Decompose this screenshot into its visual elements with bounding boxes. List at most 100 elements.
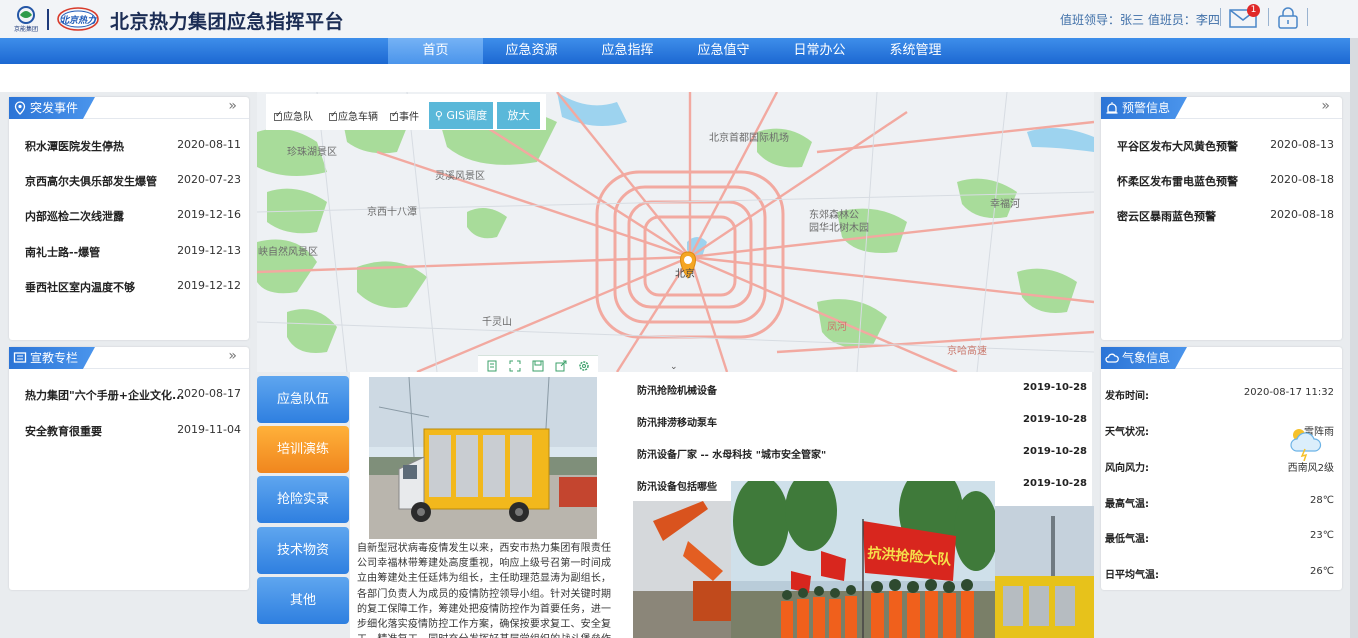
nav-home[interactable]: 首页 [388,38,483,64]
tab-technical-supplies[interactable]: 技术物资 [257,527,349,574]
incidents-panel: 突发事件 » 积水潭医院发生停热 2020-08-11 京西高尔夫俱乐部发生爆管 2… [9,97,249,340]
lock-icon[interactable] [1277,7,1299,29]
header-divider [1307,8,1308,26]
zoom-in-button[interactable]: 放大 [497,102,540,129]
cloud-icon [1105,353,1119,363]
news-image-truck[interactable] [369,377,597,539]
weather-avg-temp: 日平均气温: 26℃ [1105,566,1334,581]
weather-publish-time: 发布时间: 2020-08-17 11:32 [1105,387,1334,402]
item-date: 2020-08-17 [177,387,241,400]
map-label: 千灵山 [482,317,512,328]
item-title: 平谷区发布大风黄色预警 [1117,140,1238,153]
list-item[interactable]: 内部巡检二次线泄露 2019-12-16 [25,205,241,225]
mail-count-badge: 1 [1247,4,1260,17]
svg-text:京能集团: 京能集团 [14,25,38,33]
team-checkbox[interactable]: 应急队 [274,108,313,123]
pin-icon: ⚲ [434,109,447,122]
weather-wind: 风向风力: 西南风2级 [1105,463,1334,474]
item-title: 京西高尔夫俱乐部发生爆管 [25,175,157,188]
more-link[interactable]: » [228,98,237,114]
page-scrollbar[interactable] [1350,38,1358,638]
vehicle-checkbox[interactable]: 应急车辆 [329,108,378,123]
nav-emergency-duty[interactable]: 应急值守 [676,38,771,64]
top-header: 京能集团 北京热力 北京热力集团应急指挥平台 值班领导：张三 值班员：李四 1 [0,0,1358,38]
nav-system-admin[interactable]: 系统管理 [868,38,963,64]
item-title: 热力集团"六个手册+企业文化... [25,389,185,402]
gis-map[interactable]: 北京首都国际机场 珍珠湖景区 灵溪风景区 京西十八潭 峡自然风景区 千灵山 北京… [257,92,1094,372]
map-canvas [257,92,1094,372]
item-date: 2019-12-13 [177,244,241,257]
document-title: 防汛抢险机械设备 [637,386,717,397]
item-date: 2020-08-11 [177,138,241,151]
panel-header: 突发事件 » [9,97,249,119]
header-spacer [0,64,1350,92]
more-link[interactable]: » [228,348,237,364]
settings-gear-icon[interactable] [578,360,590,372]
list-item[interactable]: 平谷区发布大风黄色预警 2020-08-13 [1117,135,1334,155]
checkbox-icon [390,110,399,121]
list-item[interactable]: 垂西社区室内温度不够 2019-12-12 [25,276,241,296]
tab-training-drill[interactable]: 培训演练 [257,426,349,473]
list-item[interactable]: 京西高尔夫俱乐部发生爆管 2020-07-23 [25,170,241,190]
weather-tab: 气象信息 [1101,347,1187,369]
gis-dispatch-button[interactable]: ⚲ GIS调度 [429,102,493,129]
warnings-panel: 预警信息 » 平谷区发布大风黄色预警 2020-08-13 怀柔区发布雷电蓝色预警… [1101,97,1342,340]
document-title: 防汛排涝移动泵车 [637,418,717,429]
tab-other[interactable]: 其他 [257,577,349,624]
panel-title: 突发事件 [30,101,79,115]
item-title: 怀柔区发布雷电蓝色预警 [1117,175,1238,188]
photo-equipment[interactable] [995,506,1094,638]
item-title: 内部巡检二次线泄露 [25,210,124,223]
document-date: 2019-10-28 [1023,414,1087,425]
header-divider [1220,8,1221,26]
document-title: 防汛设备厂家 -- 水母科技 "城市安全管家" [637,450,827,461]
document-title: 防汛设备包括哪些 [637,482,717,493]
photo-excavator[interactable] [633,501,731,638]
alarm-icon [1106,102,1118,114]
list-item[interactable]: 南礼士路--爆管 2019-12-13 [25,241,241,261]
share-icon[interactable] [555,360,567,372]
document-row[interactable]: 防汛排涝移动泵车 2019-10-28 [637,412,1087,430]
map-label: 京哈高速 [947,346,987,357]
thunderstorm-icon [1290,429,1322,461]
save-icon[interactable] [532,360,544,372]
header-divider [1268,8,1269,26]
list-item[interactable]: 安全教育很重要 2019-11-04 [25,420,241,440]
document-date: 2019-10-28 [1023,446,1087,457]
beijing-heat-logo: 北京热力 [57,7,99,31]
collapse-chevron-icon[interactable]: ⌄ [670,362,678,372]
map-label: 幸福河 [990,199,1020,210]
list-item[interactable]: 怀柔区发布雷电蓝色预警 2020-08-18 [1117,170,1334,190]
nav-emergency-command[interactable]: 应急指挥 [580,38,675,64]
promo-tab: 宣教专栏 [9,347,95,369]
map-label: 京西十八潭 [367,207,417,218]
event-checkbox[interactable]: 事件 [390,108,419,123]
item-date: 2020-07-23 [177,173,241,186]
list-item[interactable]: 热力集团"六个手册+企业文化... 2020-08-17 [25,384,241,404]
item-date: 2020-08-18 [1270,173,1334,186]
document-row[interactable]: 防汛抢险机械设备 2019-10-28 [637,380,1087,398]
list-item[interactable]: 积水潭医院发生停热 2020-08-11 [25,135,241,155]
item-date: 2019-11-04 [177,423,241,436]
list-item[interactable]: 密云区暴雨蓝色预警 2020-08-18 [1117,205,1334,225]
more-link[interactable]: » [1321,98,1330,114]
item-title: 密云区暴雨蓝色预警 [1117,210,1216,223]
nav-emergency-resources[interactable]: 应急资源 [484,38,579,64]
item-date: 2019-12-16 [177,208,241,221]
map-controls: 应急队 应急车辆 事件 ⚲ GIS调度 放大 [266,94,546,130]
weather-panel: 气象信息 发布时间: 2020-08-17 11:32 天气状况: 雷阵雨 风向风力… [1101,347,1342,590]
tab-emergency-team[interactable]: 应急队伍 [257,376,349,423]
note-icon[interactable] [486,360,498,372]
item-title: 安全教育很重要 [25,425,102,438]
item-title: 南礼士路--爆管 [25,246,101,259]
photo-rescue-team[interactable]: 抗洪抢险大队 [731,481,995,638]
weather-high-temp: 最高气温: 28℃ [1105,495,1334,510]
tab-rescue-records[interactable]: 抢险实录 [257,476,349,523]
nav-daily-office[interactable]: 日常办公 [772,38,867,64]
board-icon [13,352,27,363]
logo-separator [47,9,49,30]
document-row[interactable]: 防汛设备厂家 -- 水母科技 "城市安全管家" 2019-10-28 [637,444,1087,462]
jingneng-logo: 京能集团 [14,6,38,33]
fullscreen-icon[interactable] [509,360,521,372]
panel-header: 预警信息 » [1101,97,1342,119]
